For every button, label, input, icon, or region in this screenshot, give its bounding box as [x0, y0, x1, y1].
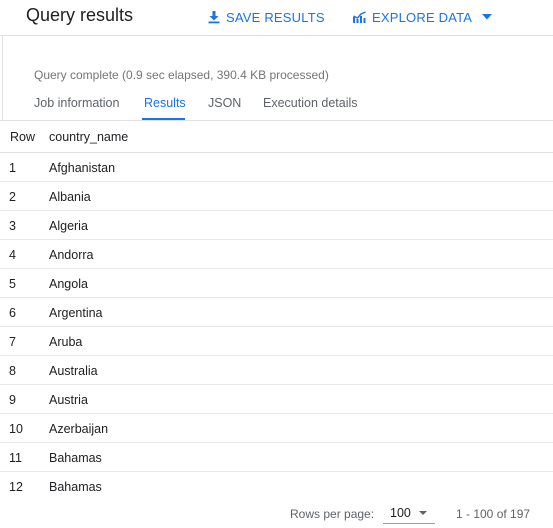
dropdown-caret-icon — [482, 14, 493, 20]
table-row[interactable]: 7 Aruba — [0, 327, 553, 356]
country-name-cell: Argentina — [49, 306, 103, 320]
pagination-range: 1 - 100 of 197 — [456, 507, 531, 521]
query-results-panel: Query results SAVE RESULTS EXPLORE DATA … — [0, 0, 553, 528]
table-row[interactable]: 11 Bahamas — [0, 443, 553, 472]
column-header-row[interactable]: Row — [10, 130, 35, 144]
save-results-button[interactable]: SAVE RESULTS — [207, 8, 325, 26]
table-row[interactable]: 9 Austria — [0, 385, 553, 414]
row-number-cell: 7 — [9, 335, 16, 349]
table-row[interactable]: 2 Albania — [0, 182, 553, 211]
country-name-cell: Australia — [49, 364, 98, 378]
results-table: Row country_name 1 Afghanistan 2 Albania 3 Al… — [0, 121, 553, 500]
country-name-cell: Azerbaijan — [49, 422, 109, 436]
row-number-cell: 12 — [9, 480, 23, 494]
country-name-cell: Bahamas — [49, 480, 102, 494]
header-divider — [0, 35, 553, 36]
country-name-cell: Bahamas — [49, 451, 102, 465]
table-row[interactable]: 3 Algeria — [0, 211, 553, 240]
rows-per-page-label: Rows per page: — [290, 507, 375, 521]
table-row[interactable]: 4 Andorra — [0, 240, 553, 269]
country-name-cell: Andorra — [49, 248, 94, 262]
row-number-cell: 4 — [9, 248, 16, 262]
table-row[interactable]: 1 Afghanistan — [0, 153, 553, 182]
table-row[interactable]: 6 Argentina — [0, 298, 553, 327]
panel-left-border — [2, 36, 3, 121]
rows-per-page-select[interactable]: 100 — [383, 501, 435, 524]
page-title: Query results — [26, 5, 134, 25]
row-number-cell: 8 — [9, 364, 16, 378]
table-body: 1 Afghanistan 2 Albania 3 Algeria 4 Andorra 5 Ang… — [0, 153, 553, 500]
table-row[interactable]: 8 Australia — [0, 356, 553, 385]
tab-json[interactable]: JSON — [208, 96, 241, 110]
chart-icon — [352, 10, 367, 24]
row-number-cell: 2 — [9, 190, 16, 204]
column-header-country-name[interactable]: country_name — [49, 130, 128, 144]
table-row[interactable]: 12 Bahamas — [0, 472, 553, 500]
tab-job-information[interactable]: Job information — [34, 96, 119, 110]
tab-results[interactable]: Results — [144, 96, 186, 110]
table-row[interactable]: 10 Azerbaijan — [0, 414, 553, 443]
country-name-cell: Angola — [49, 277, 88, 291]
table-row[interactable]: 5 Angola — [0, 269, 553, 298]
country-name-cell: Albania — [49, 190, 91, 204]
row-number-cell: 5 — [9, 277, 16, 291]
chevron-down-icon — [419, 511, 427, 515]
results-header: Query results SAVE RESULTS EXPLORE DATA — [0, 0, 553, 32]
rows-per-page-value: 100 — [390, 506, 411, 520]
table-header: Row country_name — [0, 121, 553, 153]
download-icon — [207, 10, 221, 24]
country-name-cell: Austria — [49, 393, 88, 407]
country-name-cell: Aruba — [49, 335, 83, 349]
save-results-label: SAVE RESULTS — [226, 9, 325, 25]
explore-data-label: EXPLORE DATA — [372, 9, 473, 25]
pagination-bar: Rows per page: 100 1 - 100 of 197 — [0, 499, 553, 528]
row-number-cell: 6 — [9, 306, 16, 320]
row-number-cell: 1 — [9, 161, 16, 175]
row-number-cell: 9 — [9, 393, 16, 407]
country-name-cell: Algeria — [49, 219, 88, 233]
country-name-cell: Afghanistan — [49, 161, 116, 175]
tab-execution-details[interactable]: Execution details — [263, 96, 358, 110]
query-status: Query complete (0.9 sec elapsed, 390.4 K… — [34, 68, 329, 82]
row-number-cell: 10 — [9, 422, 23, 436]
row-number-cell: 3 — [9, 219, 16, 233]
row-number-cell: 11 — [9, 451, 22, 465]
explore-data-button[interactable]: EXPLORE DATA — [352, 8, 493, 26]
